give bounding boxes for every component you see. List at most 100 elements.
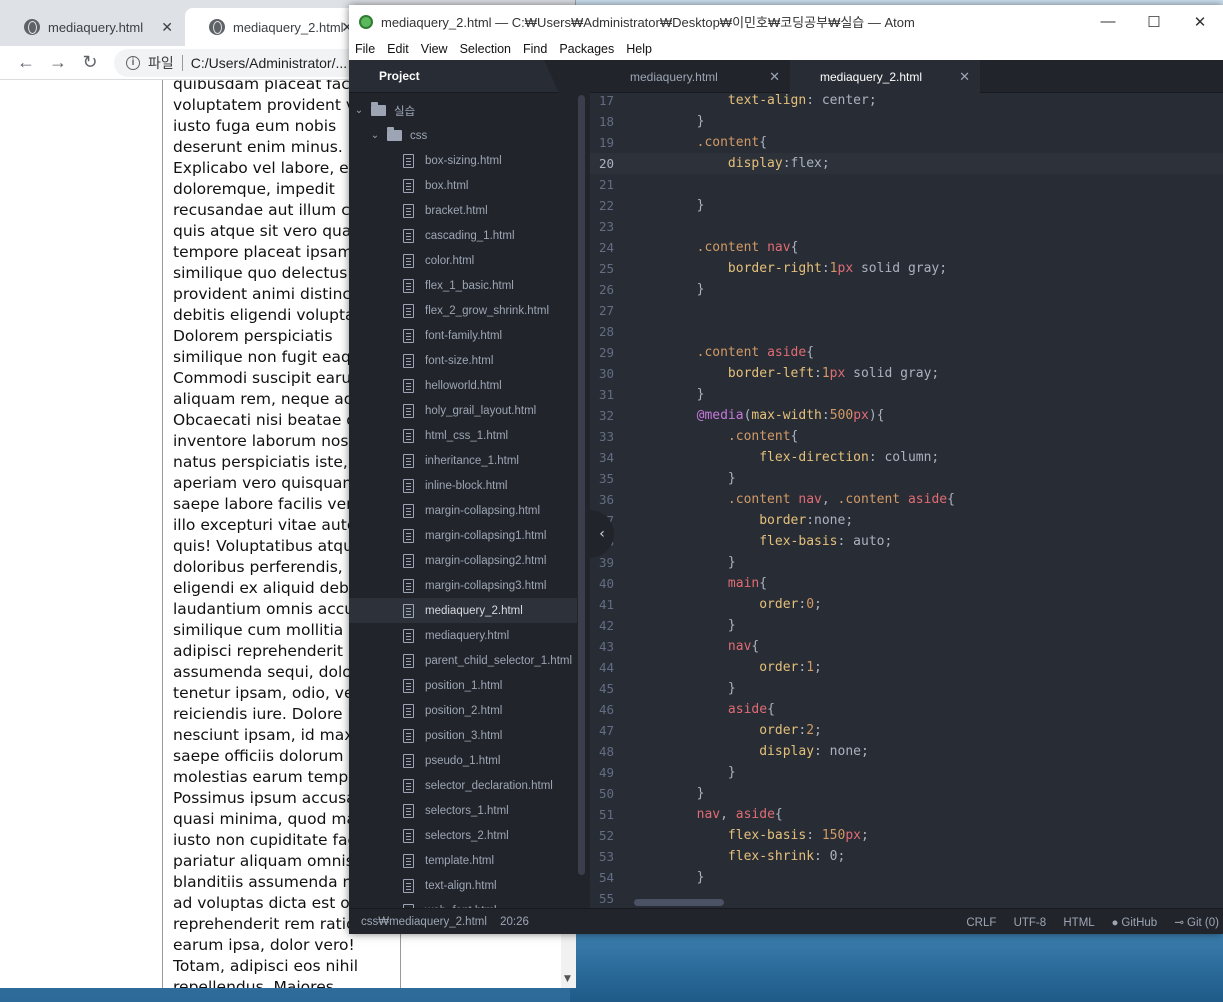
tree-file-item[interactable]: inline-block.html — [349, 473, 577, 498]
tree-file-item[interactable]: font-size.html — [349, 348, 577, 373]
tree-file-item[interactable]: selectors_2.html — [349, 823, 577, 848]
close-icon[interactable]: ✕ — [161, 19, 173, 36]
forward-arrow-icon[interactable]: → — [42, 52, 74, 73]
tree-file-item[interactable]: mediaquery_2.html — [349, 598, 577, 623]
page-text-line: reiciendis iure. Dolore it — [173, 705, 358, 723]
tree-file-item[interactable]: text-align.html — [349, 873, 577, 898]
page-text-line: saepe labore facilis verit — [173, 495, 363, 513]
file-label: position_1.html — [425, 679, 503, 692]
browser-tab-mediaquery[interactable]: mediaquery.html ✕ — [0, 8, 185, 46]
page-text-line: blanditiis assumenda ma — [173, 873, 368, 891]
tree-file-item[interactable]: margin-collapsing.html — [349, 498, 577, 523]
tree-file-item[interactable]: box-sizing.html — [349, 148, 577, 173]
page-text-line: laudantium omnis accus — [173, 600, 363, 618]
tree-file-item[interactable]: color.html — [349, 248, 577, 273]
file-icon — [403, 603, 414, 618]
status-grammar[interactable]: HTML — [1063, 917, 1094, 929]
status-encoding[interactable]: UTF-8 — [1014, 917, 1047, 929]
code-line: nav, aside{ — [696, 807, 783, 822]
status-git[interactable]: Git (0) — [1187, 917, 1219, 929]
close-icon[interactable]: ✕ — [959, 69, 970, 85]
tree-file-item[interactable]: font-family.html — [349, 323, 577, 348]
page-text-line: saepe officiis dolorum — [173, 747, 344, 765]
line-number: 20 — [590, 153, 634, 174]
file-label: margin-collapsing2.html — [425, 554, 547, 567]
editor-tab-mediaquery-2[interactable]: mediaquery_2.html ✕ — [790, 60, 980, 93]
close-icon[interactable]: ✕ — [769, 69, 780, 85]
tree-file-item[interactable]: margin-collapsing2.html — [349, 548, 577, 573]
editor-pane: mediaquery.html ✕ mediaquery_2.html ✕ 17… — [590, 60, 1223, 908]
tree-file-item[interactable]: position_2.html — [349, 698, 577, 723]
tree-file-item[interactable]: flex_1_basic.html — [349, 273, 577, 298]
back-arrow-icon[interactable]: ← — [10, 52, 42, 73]
page-text-line: voluptatem provident ve — [173, 96, 365, 114]
page-text-line: assumenda sequi, dolore — [173, 663, 368, 681]
menu-help[interactable]: Help — [626, 42, 652, 56]
tree-file-item[interactable]: cascading_1.html — [349, 223, 577, 248]
info-icon[interactable]: i — [126, 55, 140, 70]
tree-file-item[interactable]: holy_grail_layout.html — [349, 398, 577, 423]
maximize-icon[interactable]: ☐ — [1131, 13, 1177, 31]
line-number: 22 — [598, 198, 614, 213]
code-line: border:none; — [759, 513, 854, 528]
tree-scrollbar[interactable] — [578, 95, 585, 875]
menu-view[interactable]: View — [421, 42, 448, 56]
tree-file-item[interactable]: margin-collapsing3.html — [349, 573, 577, 598]
menu-file[interactable]: File — [355, 42, 375, 56]
line-number: 34 — [598, 450, 614, 465]
status-line-ending[interactable]: CRLF — [966, 917, 996, 929]
page-text-line: nesciunt ipsam, id maxir — [173, 726, 365, 744]
file-icon — [403, 678, 414, 693]
tree-file-item[interactable]: bracket.html — [349, 198, 577, 223]
tree-file-item[interactable]: selectors_1.html — [349, 798, 577, 823]
file-label: pseudo_1.html — [425, 754, 501, 767]
file-icon — [403, 403, 414, 418]
tree-root-folder[interactable]: ⌄ 실습 — [349, 98, 577, 123]
menu-selection[interactable]: Selection — [460, 42, 511, 56]
file-icon — [403, 653, 414, 668]
menu-find[interactable]: Find — [523, 42, 547, 56]
tree-folder-css[interactable]: ⌄ css — [349, 123, 577, 148]
tree-file-item[interactable]: helloworld.html — [349, 373, 577, 398]
editor-tab-title: mediaquery.html — [630, 69, 718, 84]
address-url[interactable]: C:/Users/Administrator/... — [191, 55, 347, 71]
tree-file-item[interactable]: margin-collapsing1.html — [349, 523, 577, 548]
tree-file-item[interactable]: flex_2_grow_shrink.html — [349, 298, 577, 323]
file-icon — [403, 528, 414, 543]
status-github[interactable]: GitHub — [1121, 917, 1157, 929]
code-line: flex-basis: auto; — [759, 534, 893, 549]
close-icon[interactable]: ✕ — [1177, 13, 1223, 31]
tree-file-item[interactable]: pseudo_1.html — [349, 748, 577, 773]
menu-packages[interactable]: Packages — [559, 42, 614, 56]
reload-icon[interactable]: ↻ — [74, 52, 106, 73]
browser-tab-mediaquery-2[interactable]: mediaquery_2.html ✕ — [185, 8, 365, 46]
project-tab[interactable]: Project — [349, 60, 559, 93]
tree-file-item[interactable]: box.html — [349, 173, 577, 198]
tree-file-item[interactable]: parent_child_selector_1.html — [349, 648, 577, 673]
editor-horizontal-scrollbar[interactable] — [634, 899, 724, 906]
code-editor[interactable]: text-align: center; } .content{ display:… — [634, 94, 1223, 908]
tree-file-item[interactable]: mediaquery.html — [349, 623, 577, 648]
tree-file-item[interactable]: position_1.html — [349, 673, 577, 698]
editor-tab-mediaquery[interactable]: mediaquery.html ✕ — [600, 60, 790, 93]
file-label: margin-collapsing1.html — [425, 529, 547, 542]
tree-file-item[interactable]: web_font.html — [349, 898, 577, 908]
tree-file-item[interactable]: html_css_1.html — [349, 423, 577, 448]
menu-edit[interactable]: Edit — [387, 42, 409, 56]
code-line: text-align: center; — [727, 94, 877, 108]
line-number: 54 — [598, 870, 614, 885]
atom-titlebar: mediaquery_2.html — C:₩Users₩Administrat… — [349, 5, 1223, 38]
folder-label: 실습 — [394, 105, 416, 118]
tree-file-item[interactable]: selector_declaration.html — [349, 773, 577, 798]
minimize-icon[interactable]: — — [1085, 13, 1131, 30]
tree-file-item[interactable]: position_3.html — [349, 723, 577, 748]
tree-file-item[interactable]: inheritance_1.html — [349, 448, 577, 473]
code-line: .content nav{ — [696, 240, 799, 255]
scroll-down-icon[interactable]: ▼ — [564, 974, 571, 984]
status-file-path[interactable]: css₩mediaquery_2.html — [361, 916, 487, 928]
line-number: 31 — [598, 387, 614, 402]
tree-file-item[interactable]: template.html — [349, 848, 577, 873]
folder-icon — [371, 102, 386, 116]
status-cursor-position[interactable]: 20:26 — [500, 916, 529, 928]
